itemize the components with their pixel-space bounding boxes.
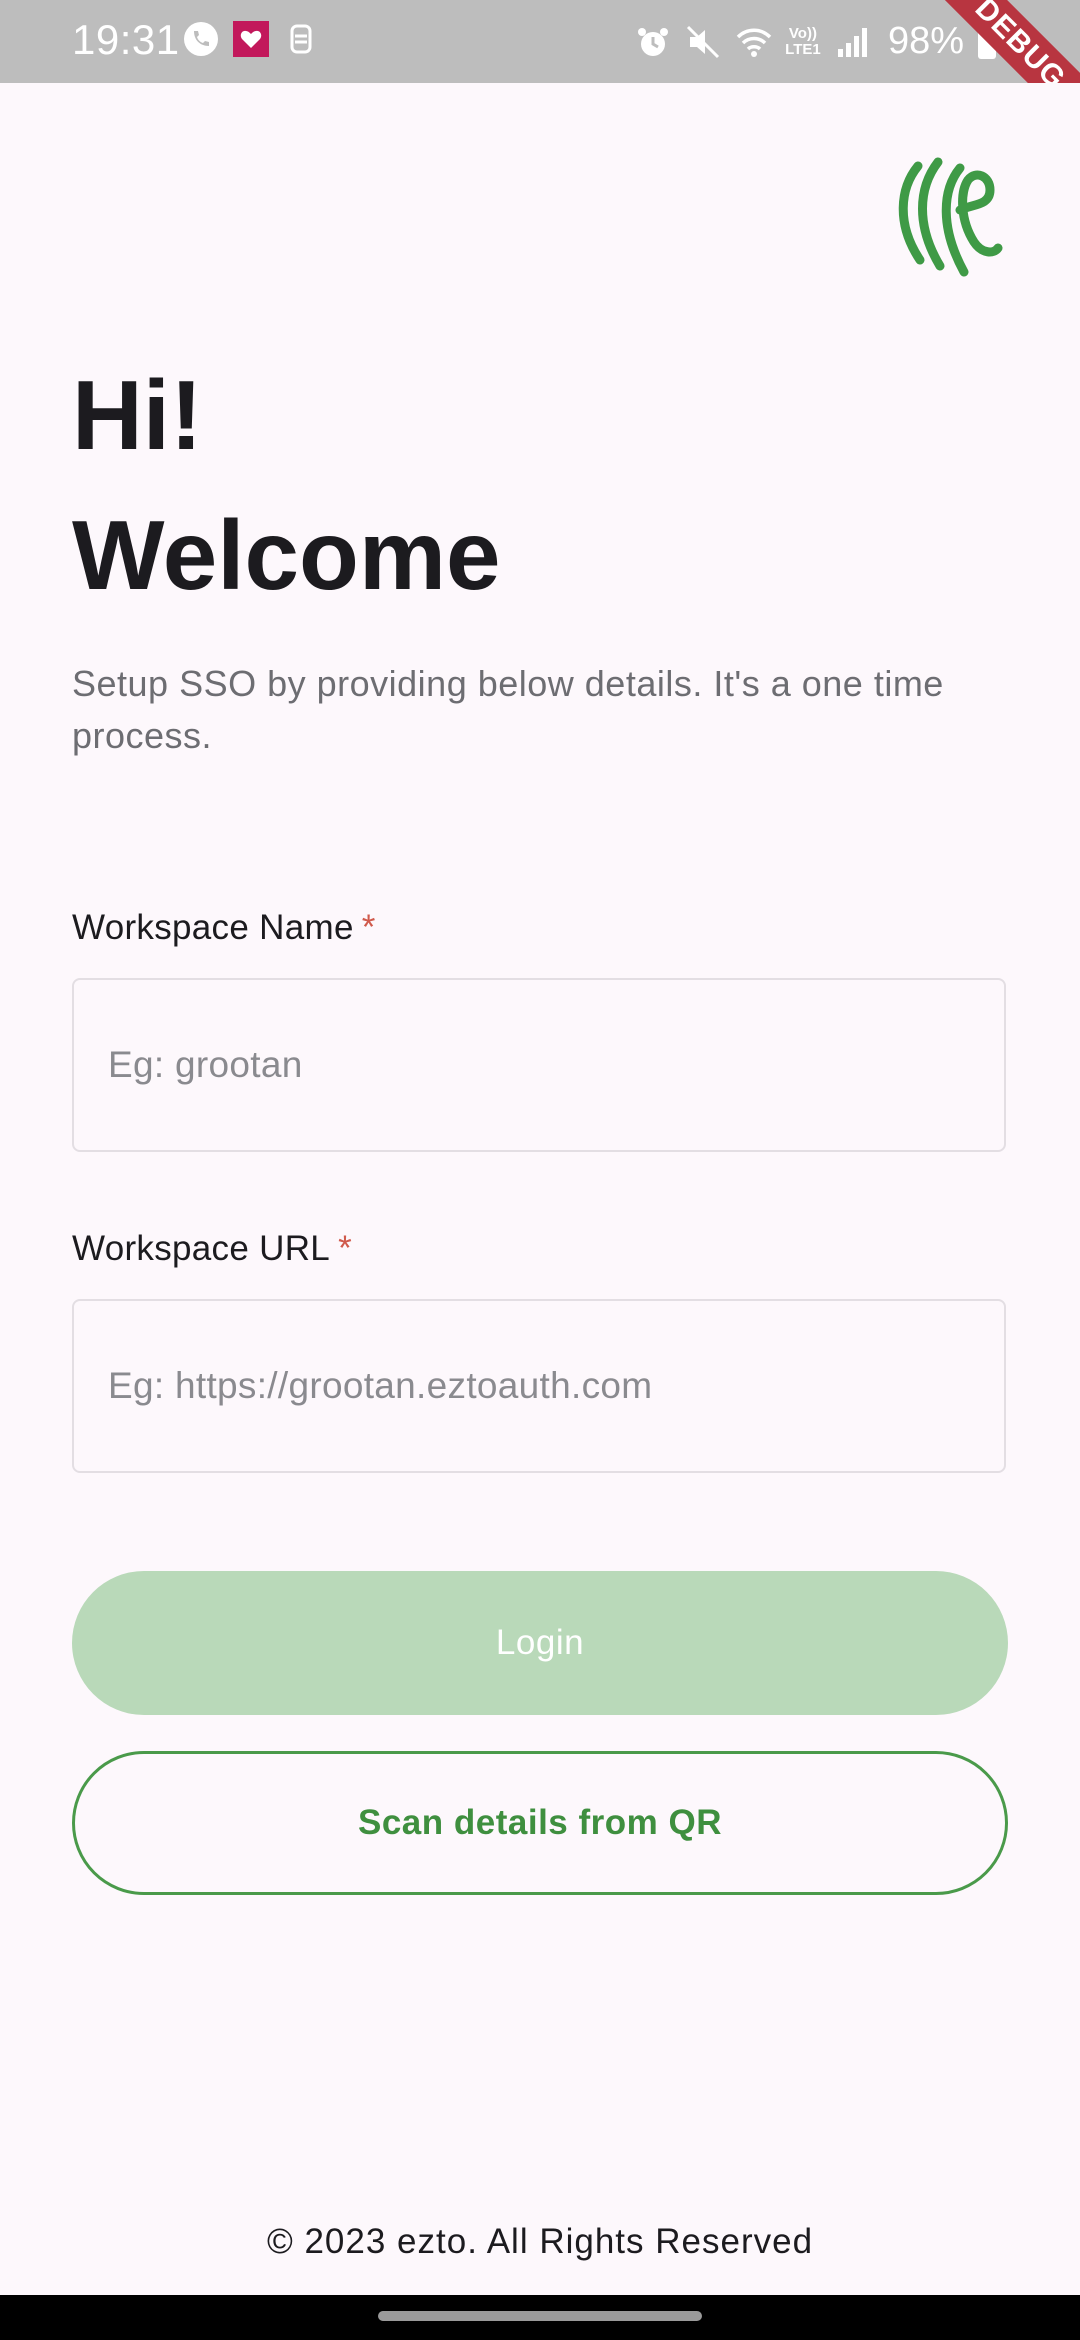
workspace-url-input[interactable]	[74, 1301, 1004, 1471]
status-time: 19:31	[72, 16, 180, 63]
mute-icon	[684, 23, 722, 61]
battery-percent: 98%	[887, 20, 964, 62]
status-left-icons	[182, 20, 320, 58]
workspace-url-field[interactable]	[72, 1299, 1006, 1473]
required-marker: *	[361, 908, 376, 947]
workspace-name-input[interactable]	[74, 980, 1004, 1150]
ezto-logo-icon	[890, 150, 1010, 280]
workspace-url-label-text: Workspace URL	[72, 1229, 331, 1268]
required-marker: *	[338, 1229, 352, 1268]
copyright-footer: © 2023 ezto. All Rights Reserved	[266, 2222, 814, 2261]
workspace-url-label: Workspace URL *	[72, 1229, 352, 1269]
volte-icon: Vo)) LTE1	[785, 24, 821, 58]
workspace-name-label-text: Workspace Name	[72, 908, 354, 947]
workspace-name-field[interactable]	[72, 978, 1006, 1152]
system-nav-bar	[0, 2295, 1080, 2340]
welcome-heading: Welcome	[72, 500, 501, 610]
workspace-name-label: Workspace Name *	[72, 908, 376, 948]
wifi-icon	[734, 23, 772, 61]
greeting-heading: Hi!	[72, 360, 203, 470]
scan-qr-button[interactable]: Scan details from QR	[72, 1751, 1008, 1895]
signal-icon	[834, 23, 872, 61]
notification-app-icon	[282, 20, 320, 58]
status-bar: 19:31 Vo)) LTE1 98% DEBUG	[0, 0, 1080, 83]
login-button[interactable]: Login	[72, 1571, 1008, 1715]
status-right-icons: Vo)) LTE1 98%	[634, 20, 998, 63]
phone-call-icon	[182, 20, 220, 58]
alarm-icon	[634, 23, 672, 61]
home-indicator[interactable]	[378, 2311, 702, 2321]
heart-app-icon	[232, 20, 270, 58]
setup-instructions: Setup SSO by providing below details. It…	[72, 663, 944, 756]
